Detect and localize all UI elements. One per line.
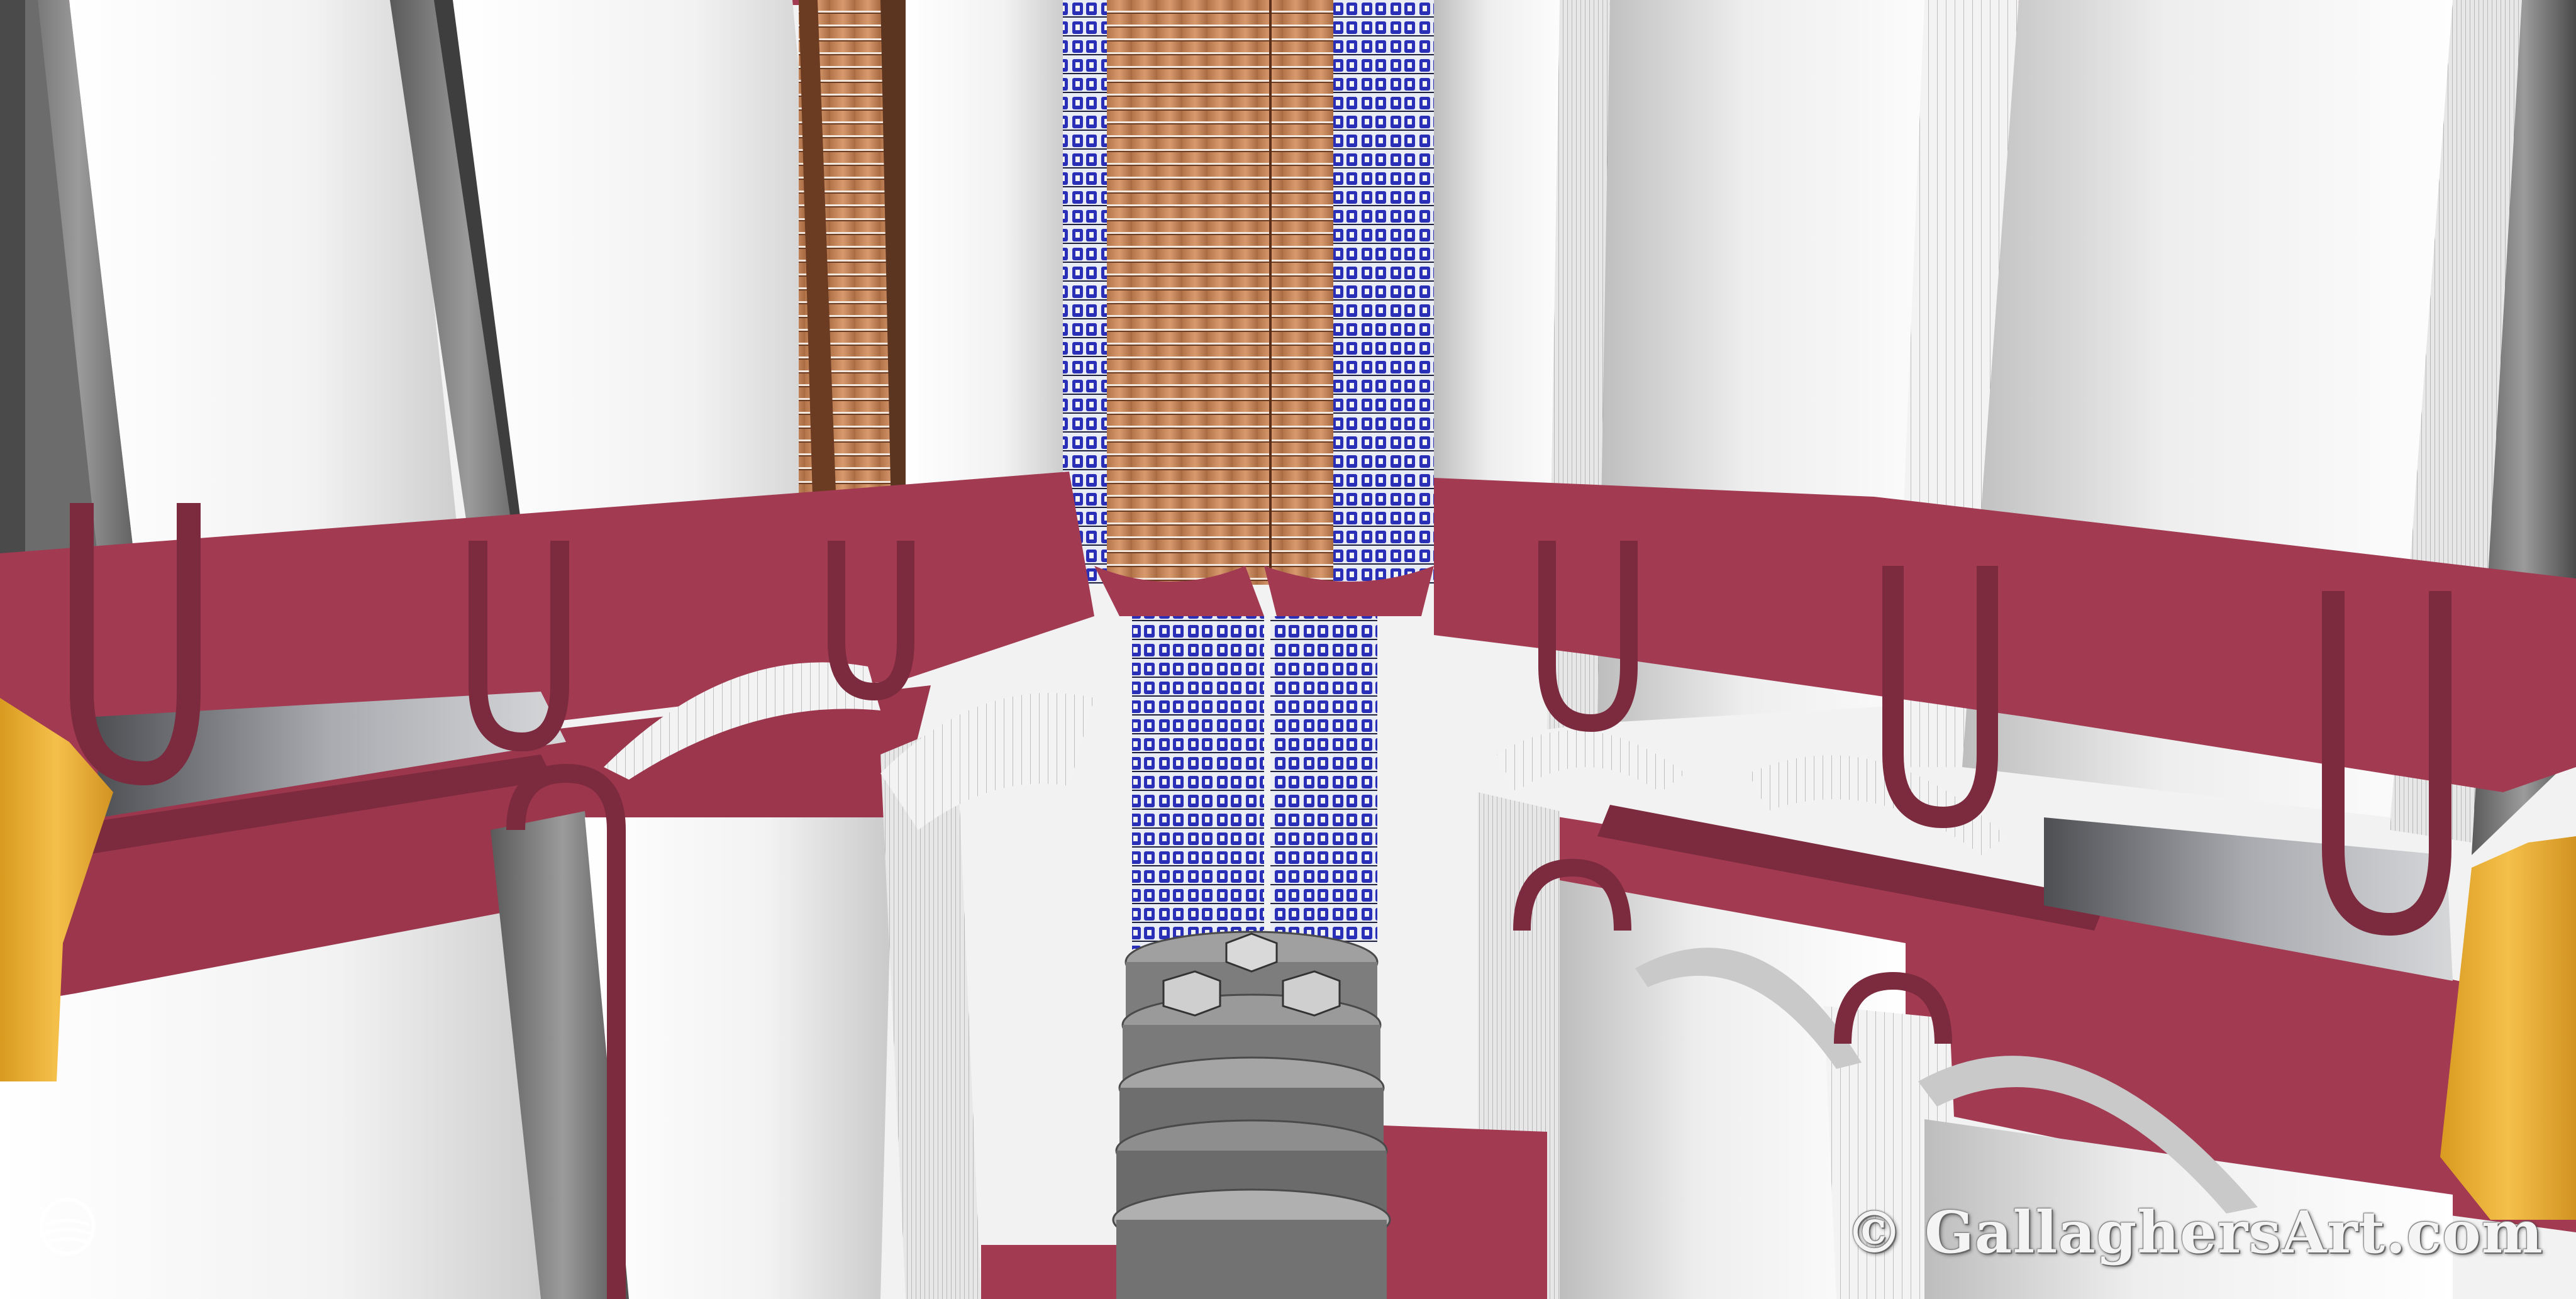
copyright-watermark: © GallaghersArt.com <box>1845 1198 2543 1266</box>
gray-disc-stack <box>1112 931 1391 1299</box>
central-coil-stack <box>1063 0 1434 585</box>
shell-logo-icon <box>39 1197 96 1256</box>
technical-render-scene <box>0 0 2576 1299</box>
